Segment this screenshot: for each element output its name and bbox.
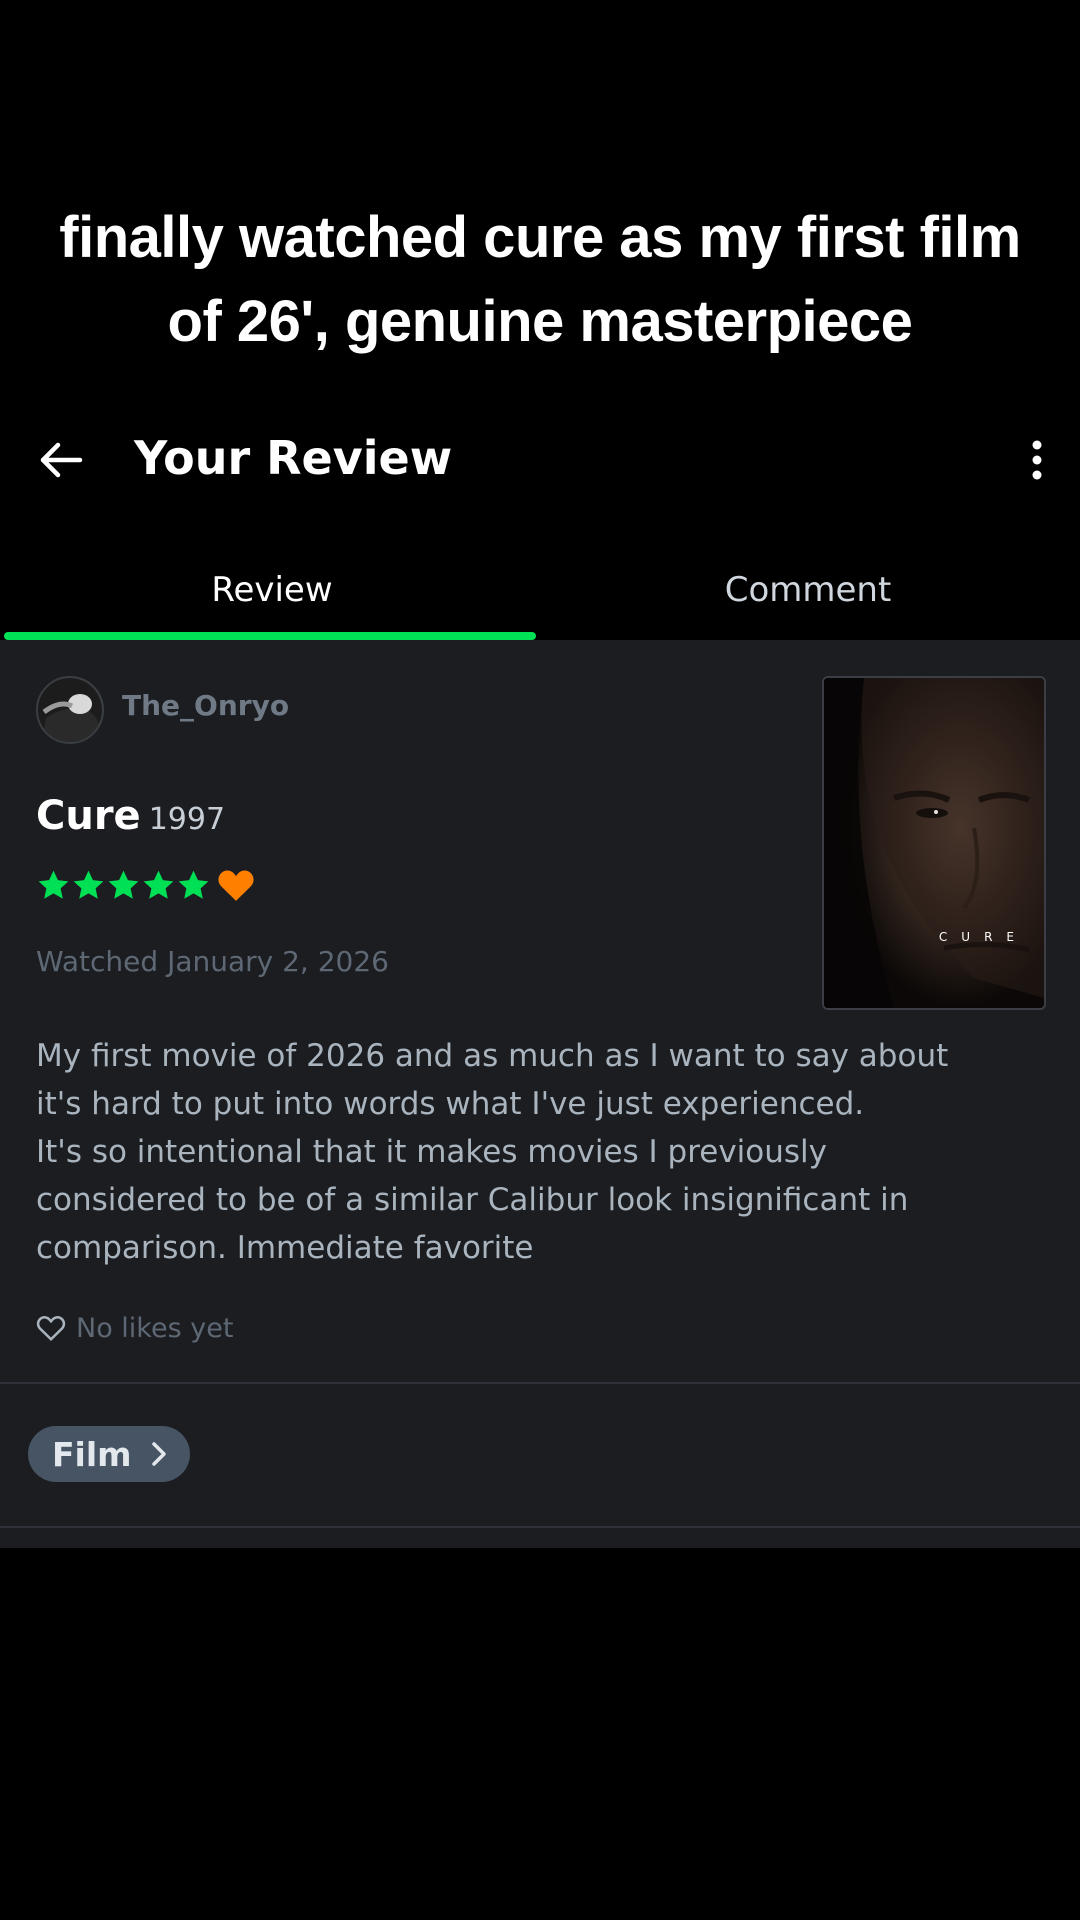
- tab-comment[interactable]: Comment: [540, 560, 1076, 640]
- watched-date: Watched January 2, 2026: [36, 945, 389, 978]
- app-bar: Your Review: [0, 420, 1080, 500]
- review-text-line: comparison. Immediate favorite: [36, 1230, 534, 1266]
- poster-artwork: [824, 678, 1044, 1008]
- review-text-line: It's so intentional that it makes movies…: [36, 1134, 828, 1170]
- poster-title: CURE: [938, 930, 1028, 944]
- video-caption: finally watched cure as my first film of…: [0, 196, 1080, 364]
- divider: [0, 1526, 1080, 1528]
- star-icon: [108, 870, 139, 899]
- star-icon: [73, 870, 104, 899]
- film-title[interactable]: Cure: [36, 793, 141, 839]
- review-text-line: considered to be of a similar Calibur lo…: [36, 1182, 909, 1218]
- chevron-right-icon: [151, 1442, 166, 1466]
- avatar-image: [38, 678, 102, 742]
- heart-liked-icon: [218, 870, 254, 901]
- more-vertical-icon: [1032, 440, 1042, 480]
- film-year: 1997: [148, 802, 226, 837]
- tab-bar: Review Comment: [0, 560, 1080, 640]
- film-heading: Cure 1997: [36, 788, 225, 848]
- film-chip-label: Film: [52, 1434, 132, 1474]
- back-button[interactable]: [36, 438, 86, 482]
- star-icon: [178, 870, 209, 899]
- review-body: My first movie of 2026 and as much as I …: [36, 1032, 1056, 1272]
- likes-count-label: No likes yet: [76, 1312, 234, 1344]
- likes-row[interactable]: No likes yet: [36, 1308, 233, 1348]
- star-rating: [36, 864, 255, 906]
- film-poster[interactable]: CURE: [822, 676, 1046, 1010]
- review-text-line: My first movie of 2026 and as much as I …: [36, 1038, 949, 1074]
- review-username[interactable]: The_Onryo: [122, 686, 289, 726]
- film-chip-button[interactable]: Film: [28, 1426, 190, 1482]
- avatar[interactable]: [36, 676, 104, 744]
- star-icon: [143, 870, 174, 899]
- star-icon: [38, 870, 69, 899]
- divider: [0, 1382, 1080, 1384]
- more-options-button[interactable]: [1022, 438, 1052, 482]
- caption-line-2: of 26', genuine masterpiece: [167, 289, 913, 354]
- active-tab-indicator: [4, 632, 536, 640]
- page-title: Your Review: [134, 431, 453, 485]
- heart-outline-icon: [36, 1316, 66, 1341]
- review-text-line: it's hard to put into words what I've ju…: [36, 1086, 865, 1122]
- arrow-left-icon: [40, 442, 83, 478]
- review-card: The_Onryo Cure 1997 Watched January 2, 20…: [0, 640, 1080, 1548]
- screen: finally watched cure as my first film of…: [0, 0, 1080, 1920]
- caption-line-1: finally watched cure as my first film: [59, 205, 1021, 270]
- tab-review[interactable]: Review: [4, 560, 540, 640]
